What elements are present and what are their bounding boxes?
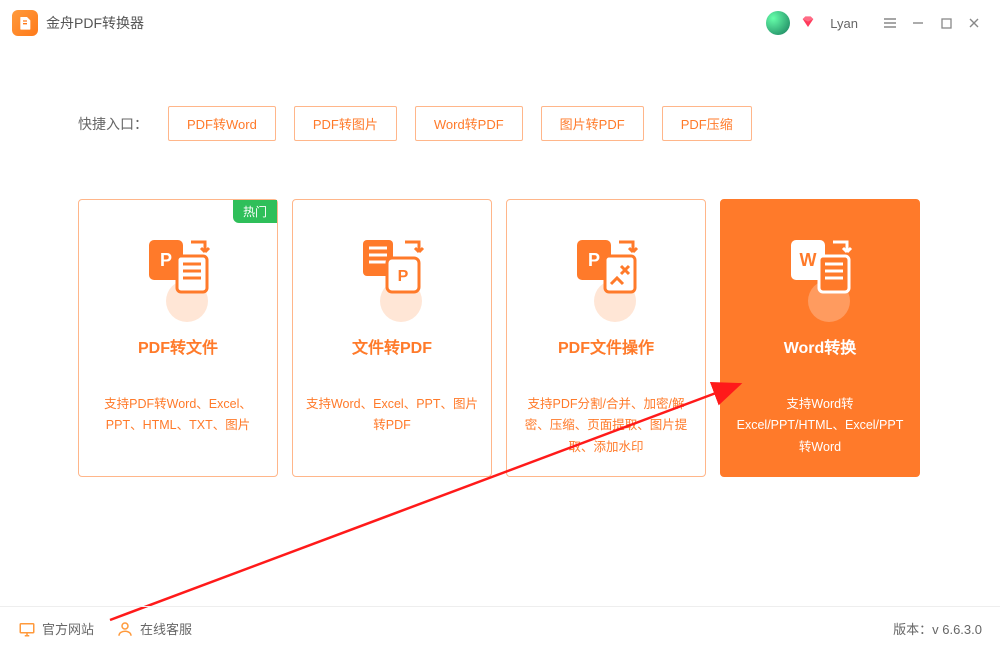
svg-text:W: W [800,250,817,270]
card-pdf-operations[interactable]: P PDF文件操作 支持PDF分割/合并、加密/解密、压缩、页面提取、图片提取、… [506,199,706,477]
file-to-pdf-icon: P [352,236,432,306]
user-avatar[interactable] [766,11,790,35]
support-label: 在线客服 [140,619,192,638]
svg-text:P: P [588,250,600,270]
official-site-label: 官方网站 [42,619,94,638]
quick-links-row: 快捷入口： PDF转Word PDF转图片 Word转PDF 图片转PDF PD… [78,106,1000,141]
close-button[interactable] [960,9,988,37]
svg-text:P: P [160,250,172,270]
card-pdf-to-file[interactable]: 热门 P PDF转文件 支持PDF转Word、Excel、PPT、HTML、TX… [78,199,278,477]
svg-text:P: P [398,268,409,285]
card-title: PDF文件操作 [519,334,693,358]
pdf-to-file-icon: P [138,236,218,306]
quick-image-to-pdf[interactable]: 图片转PDF [541,106,644,141]
card-desc: 支持Word转Excel/PPT/HTML、Excel/PPT转Word [733,394,907,458]
card-title: 文件转PDF [305,334,479,358]
titlebar: 金舟PDF转换器 Lyan [0,0,1000,46]
official-site-link[interactable]: 官方网站 [18,619,94,638]
maximize-button[interactable] [932,9,960,37]
quick-pdf-to-word[interactable]: PDF转Word [168,106,276,141]
card-title: Word转换 [733,334,907,358]
card-title: PDF转文件 [91,334,265,358]
word-convert-icon: W [780,236,860,306]
pdf-operations-icon: P [566,236,646,306]
card-file-to-pdf[interactable]: P 文件转PDF 支持Word、Excel、PPT、图片转PDF [292,199,492,477]
quick-pdf-to-image[interactable]: PDF转图片 [294,106,397,141]
quick-pdf-compress[interactable]: PDF压缩 [662,106,752,141]
quick-word-to-pdf[interactable]: Word转PDF [415,106,523,141]
card-word-convert[interactable]: W Word转换 支持Word转Excel/PPT/HTML、Excel/PPT… [720,199,920,477]
minimize-button[interactable] [904,9,932,37]
app-logo-icon [12,10,38,36]
quick-links-label: 快捷入口： [78,114,148,134]
username-label[interactable]: Lyan [830,16,858,31]
footer: 官方网站 在线客服 版本：v 6.6.3.0 [0,606,1000,650]
version-text: 版本：v 6.6.3.0 [893,619,982,638]
app-title: 金舟PDF转换器 [46,13,144,33]
vip-diamond-icon[interactable] [800,15,816,31]
menu-button[interactable] [876,9,904,37]
support-link[interactable]: 在线客服 [116,619,192,638]
card-desc: 支持PDF转Word、Excel、PPT、HTML、TXT、图片 [91,394,265,437]
hot-badge: 热门 [233,200,277,223]
card-desc: 支持PDF分割/合并、加密/解密、压缩、页面提取、图片提取、添加水印 [519,394,693,458]
card-desc: 支持Word、Excel、PPT、图片转PDF [305,394,479,437]
feature-cards: 热门 P PDF转文件 支持PDF转Word、Excel、PPT、HTML、TX… [78,199,1000,477]
